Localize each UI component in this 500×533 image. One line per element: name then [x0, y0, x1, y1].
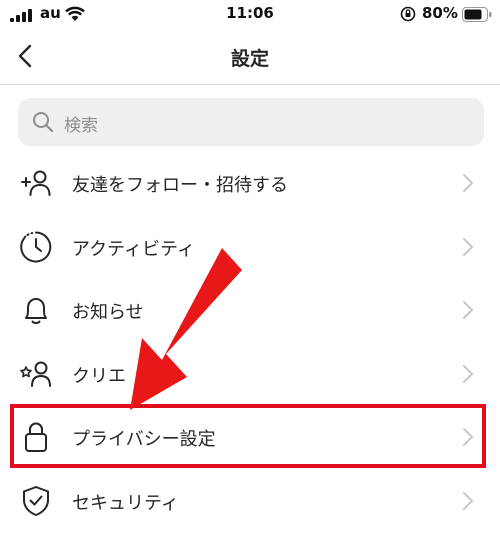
lock-icon	[25, 422, 47, 452]
menu-item-label: プライバシー設定	[72, 429, 216, 450]
chevron-right-icon	[463, 174, 473, 192]
chevron-right-icon	[463, 428, 473, 446]
menu-item-privacy-settings[interactable]: プライバシー設定	[0, 405, 500, 469]
menu-item-creator[interactable]: クリエ	[0, 342, 500, 406]
bell-icon	[25, 298, 47, 324]
status-bar: au 11:06 80%	[0, 0, 500, 30]
menu-item-notifications[interactable]: お知らせ	[0, 278, 500, 342]
orientation-lock-icon	[400, 6, 416, 22]
menu-item-label: お知らせ	[72, 302, 144, 323]
chevron-right-icon	[463, 492, 473, 510]
search-input[interactable]: 検索	[18, 98, 484, 146]
navigation-bar: 設定	[0, 30, 500, 85]
menu-item-label: クリエ	[72, 366, 126, 387]
chevron-right-icon	[463, 365, 473, 383]
search-icon	[33, 112, 54, 133]
battery-percent: 80%	[422, 4, 458, 22]
page-title: 設定	[230, 48, 269, 70]
menu-item-activity[interactable]: アクティビティ	[0, 215, 500, 279]
activity-clock-icon	[20, 231, 52, 263]
menu-item-security[interactable]: セキュリティ	[0, 469, 500, 533]
shield-icon	[23, 486, 49, 516]
chevron-right-icon	[463, 238, 473, 256]
menu-item-label: セキュリティ	[72, 493, 179, 514]
creator-icon	[20, 361, 51, 387]
battery-icon	[462, 7, 492, 22]
search-placeholder: 検索	[64, 116, 98, 136]
menu-item-label: 友達をフォロー・招待する	[72, 175, 288, 196]
chevron-right-icon	[463, 301, 473, 319]
add-person-icon	[21, 170, 51, 196]
menu-item-follow-invite-friends[interactable]: 友達をフォロー・招待する	[0, 151, 500, 215]
menu-item-label: アクティビティ	[72, 239, 195, 260]
